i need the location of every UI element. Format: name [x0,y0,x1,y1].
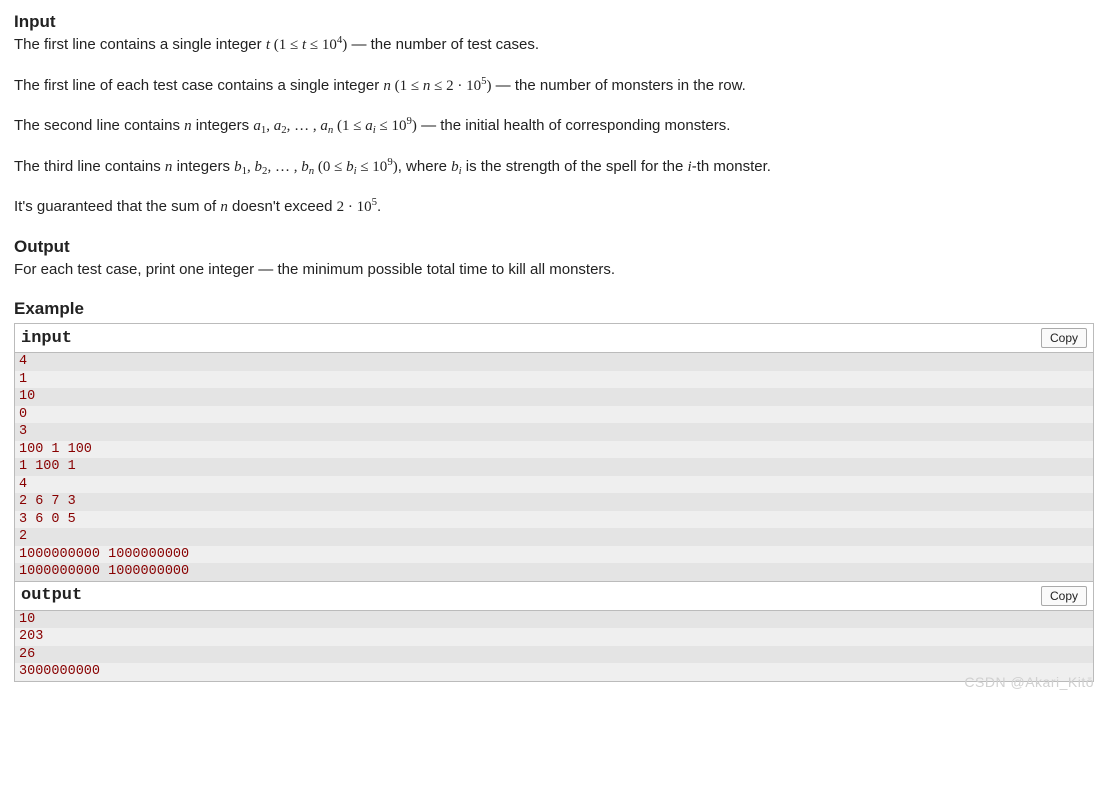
text: integers [172,158,234,175]
text: — the initial health of corresponding mo… [417,117,731,134]
output-body: 10203263000000000 [15,611,1093,681]
io-line: 0 [15,406,1093,424]
sub-i: i [354,165,357,177]
exp: 9 [387,156,392,168]
io-line: 2 6 7 3 [15,493,1093,511]
input-body: 411003100 1 1001 100 142 6 7 33 6 0 5210… [15,353,1093,581]
output-heading: Output [14,237,1094,257]
input-header: input Copy [15,324,1093,353]
io-line: 100 1 100 [15,441,1093,459]
text: -th monster. [692,158,771,175]
subn: n [328,124,333,136]
cond: ≤ 10 [306,37,337,53]
dots: , … , [287,118,321,134]
sub-i: i [459,165,462,177]
var-a: a [253,118,261,134]
io-line: 26 [15,646,1093,664]
cond: ≤ 10 [376,118,407,134]
var-a: a [320,118,328,134]
io-line: 3000000000 [15,663,1093,681]
input-heading: Input [14,12,1094,32]
cond: 1 ≤ [279,37,302,53]
copy-output-button[interactable]: Copy [1041,586,1087,606]
example-heading: Example [14,299,1094,319]
input-desc-line4: The third line contains n integers b1, b… [14,156,1094,179]
sub1: 1 [261,124,266,136]
io-line: 10 [15,388,1093,406]
output-header: output Copy [15,582,1093,611]
text: It's guaranteed that the sum of [14,198,220,215]
io-line: 3 [15,423,1093,441]
text: The second line contains [14,117,184,134]
cond: 1 ≤ [342,118,365,134]
var-bi: b [451,159,459,175]
input-desc-line3: The second line contains n integers a1, … [14,115,1094,138]
output-desc: For each test case, print one integer — … [14,259,1094,282]
output-label: output [21,586,82,605]
text: is the strength of the spell for the [462,158,688,175]
text: The third line contains [14,158,165,175]
example-input-block: input Copy 411003100 1 1001 100 142 6 7 … [14,323,1094,582]
exp: 5 [372,196,377,208]
paren-open: ( [270,37,279,53]
io-line: 2 [15,528,1093,546]
io-line: 4 [15,353,1093,371]
text: The first line of each test case contain… [14,77,383,94]
text: The first line contains a single integer [14,36,266,53]
input-desc-line5: It's guaranteed that the sum of n doesn'… [14,196,1094,219]
copy-input-button[interactable]: Copy [1041,328,1087,348]
text: — the number of monsters in the row. [492,77,746,94]
sep: , [266,118,274,134]
val: 2 · 10 [337,199,372,215]
input-desc-line1: The first line contains a single integer… [14,34,1094,57]
var-b: b [255,159,263,175]
text: . [377,198,381,215]
cond: ≤ 10 [357,159,388,175]
io-line: 203 [15,628,1093,646]
paren-open: ( [391,78,400,94]
var-n: n [220,199,228,215]
cond: 1 ≤ [400,78,423,94]
sep: , [247,159,255,175]
io-line: 4 [15,476,1093,494]
cond: 0 ≤ [323,159,346,175]
sub1: 1 [242,165,247,177]
var-n: n [383,78,391,94]
var-bi: b [346,159,354,175]
sub2: 2 [262,165,267,177]
var-b: b [301,159,309,175]
exp: 9 [407,115,412,127]
subn: n [309,165,314,177]
exp: 5 [481,75,486,87]
io-line: 1000000000 1000000000 [15,563,1093,581]
text: integers [192,117,254,134]
io-line: 10 [15,611,1093,629]
dots: , … , [267,159,301,175]
io-line: 1 [15,371,1093,389]
cond: ≤ 2 · 10 [430,78,481,94]
io-line: 1 100 1 [15,458,1093,476]
watermark: CSDN @Akari_Kitō [964,674,1094,690]
input-label: input [21,329,72,348]
text: — the number of test cases. [347,36,539,53]
var-b: b [234,159,242,175]
var-ai: a [365,118,373,134]
input-desc-line2: The first line of each test case contain… [14,75,1094,98]
paren-open: ( [333,118,342,134]
exp: 4 [337,34,342,46]
io-line: 1000000000 1000000000 [15,546,1093,564]
sub2: 2 [281,124,286,136]
sub-i: i [373,124,376,136]
text: , where [398,158,451,175]
example-output-block: output Copy 10203263000000000 [14,582,1094,682]
var-n: n [184,118,192,134]
paren-open: ( [314,159,323,175]
text: doesn't exceed [228,198,337,215]
io-line: 3 6 0 5 [15,511,1093,529]
